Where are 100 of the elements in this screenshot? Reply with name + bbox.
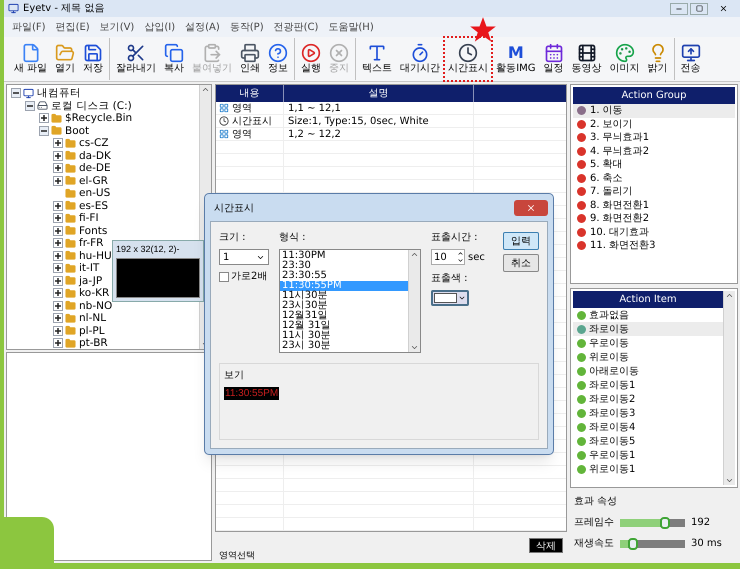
menu-item[interactable]: 도움말(H) bbox=[328, 20, 374, 34]
action-item[interactable]: 효과없음 bbox=[573, 308, 723, 322]
color-dropdown[interactable] bbox=[431, 290, 469, 306]
expand-icon[interactable] bbox=[53, 176, 63, 186]
tree-item[interactable]: cs-CZ bbox=[79, 137, 109, 150]
action-group-item[interactable]: 9. 화면전환2 bbox=[573, 212, 735, 226]
expand-icon[interactable] bbox=[53, 313, 63, 324]
format-listbox[interactable]: 11:30PM 23:30 23:30:55 11:30:55PM 11시30분 23시30분 12월31일 12월 31일 11시 30분 23시 30분 bbox=[279, 249, 421, 353]
menu-item[interactable]: 동작(P) bbox=[230, 20, 264, 34]
spin-up-icon[interactable] bbox=[457, 250, 464, 257]
format-option[interactable]: 11시30분 bbox=[280, 291, 408, 301]
minimize-button[interactable] bbox=[670, 2, 688, 14]
scroll-down-icon[interactable] bbox=[725, 476, 734, 485]
toolbar-button[interactable]: 시간표시 bbox=[445, 38, 492, 80]
format-option[interactable]: 23시30분 bbox=[280, 301, 408, 311]
tree-item[interactable]: it-IT bbox=[79, 262, 100, 274]
toolbar-button[interactable]: 대기시간 bbox=[397, 38, 444, 80]
slider-track[interactable] bbox=[620, 540, 685, 548]
action-group-item[interactable]: 4. 무늬효과2 bbox=[573, 144, 735, 158]
dialog-button[interactable]: 입력 bbox=[503, 232, 539, 250]
toolbar-button[interactable]: 전송 bbox=[678, 38, 704, 80]
format-option[interactable]: 11:30PM bbox=[280, 251, 408, 261]
close-button[interactable] bbox=[514, 200, 548, 216]
checkbox[interactable] bbox=[219, 272, 229, 282]
action-item[interactable]: 위로이동 bbox=[573, 350, 723, 364]
tree-item[interactable]: fr-FR bbox=[79, 237, 104, 250]
action-group-item[interactable]: 11. 화면전환3 bbox=[573, 239, 735, 252]
maximize-button[interactable] bbox=[690, 2, 708, 14]
action-item[interactable]: 우로이동1 bbox=[573, 448, 723, 462]
format-option[interactable]: 12월31일 bbox=[280, 311, 408, 321]
menu-item[interactable]: 설정(A) bbox=[185, 20, 220, 34]
menu-item[interactable]: 삽입(I) bbox=[144, 20, 176, 34]
slider-track[interactable] bbox=[620, 518, 685, 526]
action-item[interactable]: 위로이동1 bbox=[573, 462, 723, 476]
toolbar-button[interactable]: 복사 bbox=[161, 38, 188, 80]
tree-item[interactable]: nb-NO bbox=[79, 300, 112, 312]
toolbar-button[interactable]: 열기 bbox=[52, 38, 78, 80]
action-group-item[interactable]: 5. 확대 bbox=[573, 158, 735, 172]
tree-item[interactable]: ko-KR bbox=[79, 287, 110, 300]
menu-item[interactable]: 편집(E) bbox=[56, 20, 90, 34]
action-item[interactable]: 좌로이동1 bbox=[573, 378, 723, 392]
scrollbar[interactable] bbox=[723, 291, 735, 485]
delete-button[interactable]: 삭제 bbox=[529, 538, 563, 553]
size-dropdown[interactable]: 1 bbox=[219, 249, 269, 265]
collapse-icon[interactable] bbox=[25, 100, 35, 111]
tree-item[interactable]: $Recycle.Bin bbox=[65, 112, 132, 124]
scroll-up-icon[interactable] bbox=[201, 85, 210, 94]
slider-thumb[interactable] bbox=[628, 538, 638, 550]
menu-item[interactable]: 파일(F) bbox=[12, 20, 46, 34]
action-group-item[interactable]: 6. 축소 bbox=[573, 172, 735, 185]
toolbar-button[interactable]: 일정 bbox=[540, 38, 567, 80]
tree-item[interactable]: el-GR bbox=[79, 174, 108, 187]
action-item[interactable]: 좌로이동5 bbox=[573, 434, 723, 448]
expand-icon[interactable] bbox=[53, 213, 63, 224]
toolbar-button[interactable]: 인쇄 bbox=[237, 38, 264, 80]
format-option[interactable]: 12월 31일 bbox=[280, 321, 408, 331]
action-item[interactable]: 아래로이동 bbox=[573, 364, 723, 378]
tree-item[interactable]: en-US bbox=[79, 187, 110, 200]
action-group-item[interactable]: 2. 보이기 bbox=[573, 118, 735, 131]
toolbar-button[interactable]: 정보 bbox=[265, 38, 292, 80]
menu-item[interactable]: 보기(V) bbox=[100, 20, 134, 34]
tree-item[interactable]: de-DE bbox=[79, 162, 111, 174]
expand-icon[interactable] bbox=[53, 150, 63, 161]
tree-item[interactable]: Fonts bbox=[79, 224, 108, 237]
scroll-up-icon[interactable] bbox=[410, 250, 419, 259]
tree-item[interactable]: nl-NL bbox=[79, 312, 106, 324]
menu-item[interactable]: 전광판(C) bbox=[274, 20, 318, 34]
expand-icon[interactable] bbox=[53, 226, 63, 236]
collapse-icon[interactable] bbox=[39, 126, 49, 136]
toolbar-button[interactable]: 저장 bbox=[80, 38, 106, 80]
action-item[interactable]: 좌로이동 bbox=[573, 322, 723, 336]
toolbar-button[interactable]: 동영상 bbox=[568, 38, 605, 80]
tree-item[interactable]: es-ES bbox=[79, 200, 108, 212]
tree-item[interactable]: fi-FI bbox=[79, 212, 99, 224]
expand-icon[interactable] bbox=[53, 326, 63, 336]
action-group-item[interactable]: 3. 무늬효과1 bbox=[573, 131, 735, 144]
tree-item[interactable]: ja-JP bbox=[79, 274, 102, 287]
expand-icon[interactable] bbox=[53, 263, 63, 274]
toolbar-button[interactable]: 실행 bbox=[298, 38, 324, 80]
expand-icon[interactable] bbox=[53, 250, 63, 261]
tree-item[interactable]: 로컬 디스크 (C:) bbox=[51, 100, 132, 112]
action-item[interactable]: 좌로이동4 bbox=[573, 420, 723, 434]
expand-icon[interactable] bbox=[53, 288, 63, 298]
scroll-up-icon[interactable] bbox=[725, 291, 734, 300]
tree-item[interactable]: hu-HU bbox=[79, 250, 112, 262]
expand-icon[interactable] bbox=[53, 338, 63, 348]
action-group-item[interactable]: 10. 대기효과 bbox=[573, 226, 735, 239]
slider-thumb[interactable] bbox=[660, 516, 670, 528]
format-option[interactable]: 23:30 bbox=[280, 261, 408, 271]
toolbar-button[interactable]: 이미지 bbox=[606, 38, 643, 80]
toolbar-button[interactable]: 텍스트 bbox=[359, 38, 396, 80]
scrollbar[interactable] bbox=[408, 250, 420, 352]
tree-item[interactable]: Boot bbox=[65, 124, 90, 137]
action-item[interactable]: 좌로이동3 bbox=[573, 406, 723, 420]
toolbar-button[interactable]: 새 파일 bbox=[11, 38, 50, 80]
tree-item[interactable]: da-DK bbox=[79, 150, 111, 162]
scroll-down-icon[interactable] bbox=[410, 343, 419, 352]
action-group-item[interactable]: 8. 화면전환1 bbox=[573, 198, 735, 212]
expand-icon[interactable] bbox=[53, 238, 63, 248]
spin-down-icon[interactable] bbox=[457, 257, 464, 264]
